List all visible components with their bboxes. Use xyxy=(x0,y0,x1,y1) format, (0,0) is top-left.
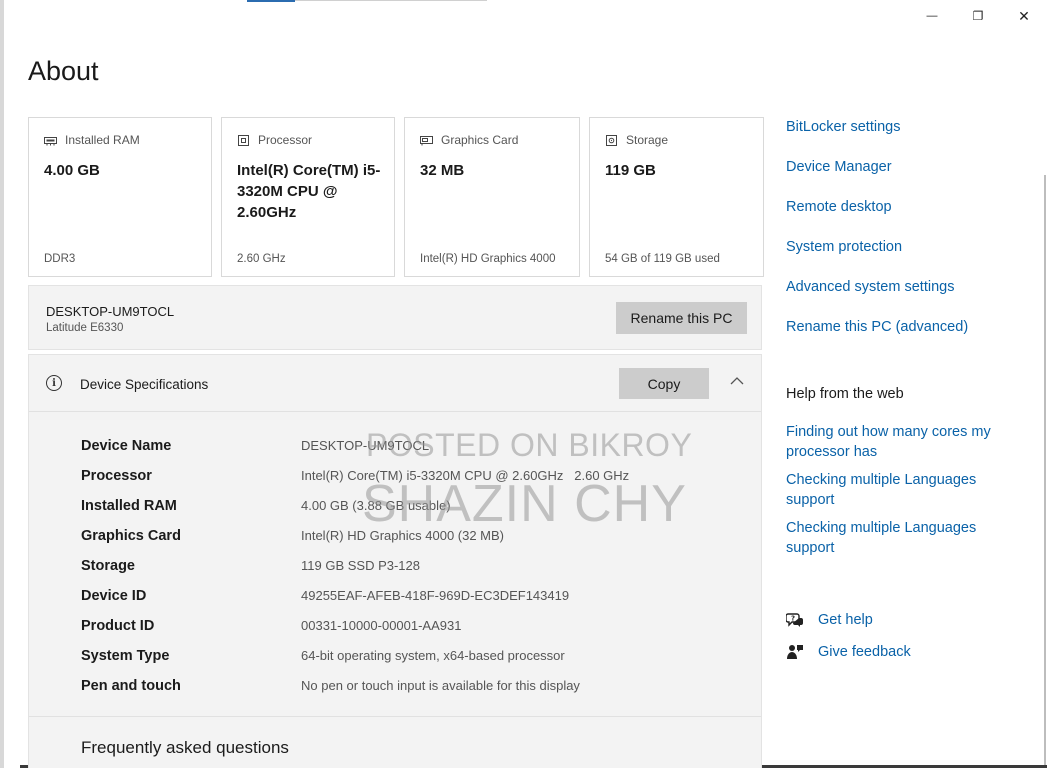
spec-label: Device ID xyxy=(81,588,147,604)
spec-label: Processor xyxy=(81,468,152,484)
processor-icon xyxy=(238,134,249,146)
card-heading: Processor xyxy=(258,133,313,147)
scrollbar[interactable] xyxy=(1044,175,1046,768)
minimize-icon: — xyxy=(926,10,938,22)
device-specifications-header[interactable]: i Device Specifications Copy xyxy=(29,355,761,412)
card-installed-ram: Installed RAM 4.00 GB DDR3 xyxy=(28,117,212,277)
window-left-edge xyxy=(0,0,4,768)
spec-value: 119 GB SSD P3-128 xyxy=(301,558,420,573)
faq-title[interactable]: Frequently asked questions xyxy=(81,738,289,758)
memory-icon xyxy=(44,136,57,145)
spec-label: Device Name xyxy=(81,438,172,454)
svg-text:?: ? xyxy=(791,615,795,623)
spec-row-storage: Storage 119 GB SSD P3-128 xyxy=(81,555,741,585)
pc-name-panel: DESKTOP-UM9TOCL Latitude E6330 Rename th… xyxy=(28,285,762,350)
link-advanced-system-settings[interactable]: Advanced system settings xyxy=(786,278,968,318)
spec-value: Intel(R) HD Graphics 4000 (32 MB) xyxy=(301,528,505,543)
device-specifications-panel: i Device Specifications Copy Device Name… xyxy=(28,354,762,768)
spec-label: Product ID xyxy=(81,618,155,634)
get-help-icon: ? xyxy=(786,613,803,627)
card-value: 119 GB xyxy=(605,162,656,179)
card-value: Intel(R) Core(TM) i5-3320M CPU @ 2.60GHz xyxy=(237,162,381,221)
spec-value: 49255EAF-AFEB-418F-969D-EC3DEF143419 xyxy=(301,588,570,603)
copy-button[interactable]: Copy xyxy=(619,368,709,399)
storage-icon xyxy=(606,134,617,146)
device-specifications-title: Device Specifications xyxy=(80,377,209,392)
restore-icon: ❐ xyxy=(972,9,984,23)
window-controls: — ❐ ✕ xyxy=(909,4,1047,28)
link-rename-pc-advanced[interactable]: Rename this PC (advanced) xyxy=(786,318,968,358)
card-footer: 54 GB of 119 GB used xyxy=(605,253,720,265)
give-feedback-label: Give feedback xyxy=(818,644,911,660)
summary-cards: Installed RAM 4.00 GB DDR3 Processor Int… xyxy=(28,117,764,277)
spec-row-pen-and-touch: Pen and touch No pen or touch input is a… xyxy=(81,675,741,705)
spec-row-graphics-card: Graphics Card Intel(R) HD Graphics 4000 … xyxy=(81,525,741,555)
spec-row-processor: Processor Intel(R) Core(TM) i5-3320M CPU… xyxy=(81,465,741,495)
link-device-manager[interactable]: Device Manager xyxy=(786,158,968,198)
close-icon: ✕ xyxy=(1018,7,1030,24)
spec-row-device-id: Device ID 49255EAF-AFEB-418F-969D-EC3DEF… xyxy=(81,585,741,615)
link-bitlocker-settings[interactable]: BitLocker settings xyxy=(786,118,968,158)
card-graphics: Graphics Card 32 MB Intel(R) HD Graphics… xyxy=(404,117,580,277)
chevron-up-icon[interactable] xyxy=(729,375,745,387)
link-system-protection[interactable]: System protection xyxy=(786,238,968,278)
pc-model: Latitude E6330 xyxy=(46,322,124,334)
card-heading: Installed RAM xyxy=(65,133,140,147)
spec-value: 4.00 GB (3.88 GB usable) xyxy=(301,498,451,513)
faq-divider xyxy=(29,716,761,717)
help-link-languages-2[interactable]: Checking multiple Languages support xyxy=(786,518,1016,558)
info-icon: i xyxy=(46,375,62,391)
card-heading: Storage xyxy=(626,133,669,147)
spec-value: 00331-10000-00001-AA931 xyxy=(301,618,462,633)
give-feedback-link[interactable]: Give feedback xyxy=(786,636,911,668)
help-link-languages-1[interactable]: Checking multiple Languages support xyxy=(786,470,1016,510)
spec-label: Installed RAM xyxy=(81,498,177,514)
help-links: Finding out how many cores my processor … xyxy=(786,422,1016,566)
spec-row-installed-ram: Installed RAM 4.00 GB (3.88 GB usable) xyxy=(81,495,741,525)
spec-rows: Device Name DESKTOP-UM9TOCL Processor In… xyxy=(81,435,741,705)
spec-value: DESKTOP-UM9TOCL xyxy=(301,438,430,453)
graphics-card-icon xyxy=(420,135,433,145)
get-help-label: Get help xyxy=(818,612,873,628)
page-title: About xyxy=(28,56,99,86)
minimize-button[interactable]: — xyxy=(909,4,955,28)
get-help-link[interactable]: ? Get help xyxy=(786,604,911,636)
card-value: 4.00 GB xyxy=(44,162,100,179)
help-link-cores[interactable]: Finding out how many cores my processor … xyxy=(786,422,1016,462)
spec-label: Graphics Card xyxy=(81,528,181,544)
spec-label: Pen and touch xyxy=(81,678,181,694)
link-remote-desktop[interactable]: Remote desktop xyxy=(786,198,968,238)
card-footer: Intel(R) HD Graphics 4000 xyxy=(420,253,556,265)
close-button[interactable]: ✕ xyxy=(1001,4,1047,28)
card-storage: Storage 119 GB 54 GB of 119 GB used xyxy=(589,117,764,277)
card-value: 32 MB xyxy=(420,162,465,179)
spec-label: System Type xyxy=(81,648,170,664)
spec-row-system-type: System Type 64-bit operating system, x64… xyxy=(81,645,741,675)
top-divider xyxy=(295,0,487,1)
pc-name: DESKTOP-UM9TOCL xyxy=(46,304,175,319)
spec-value: Intel(R) Core(TM) i5-3320M CPU @ 2.60GHz… xyxy=(301,468,630,483)
card-heading: Graphics Card xyxy=(441,133,519,147)
support-links: ? Get help Give feedback xyxy=(786,604,911,668)
spec-label: Storage xyxy=(81,558,135,574)
related-settings: BitLocker settings Device Manager Remote… xyxy=(786,118,968,358)
card-footer: 2.60 GHz xyxy=(237,253,286,265)
card-footer: DDR3 xyxy=(44,253,76,265)
spec-row-product-id: Product ID 00331-10000-00001-AA931 xyxy=(81,615,741,645)
spec-value: No pen or touch input is available for t… xyxy=(301,678,580,693)
tab-indicator xyxy=(247,0,295,2)
card-processor: Processor Intel(R) Core(TM) i5-3320M CPU… xyxy=(221,117,395,277)
maximize-button[interactable]: ❐ xyxy=(955,4,1001,28)
give-feedback-icon xyxy=(787,645,803,659)
rename-pc-button[interactable]: Rename this PC xyxy=(616,302,747,334)
spec-value: 64-bit operating system, x64-based proce… xyxy=(301,648,565,663)
spec-row-device-name: Device Name DESKTOP-UM9TOCL xyxy=(81,435,741,465)
help-from-web-title: Help from the web xyxy=(786,386,904,402)
